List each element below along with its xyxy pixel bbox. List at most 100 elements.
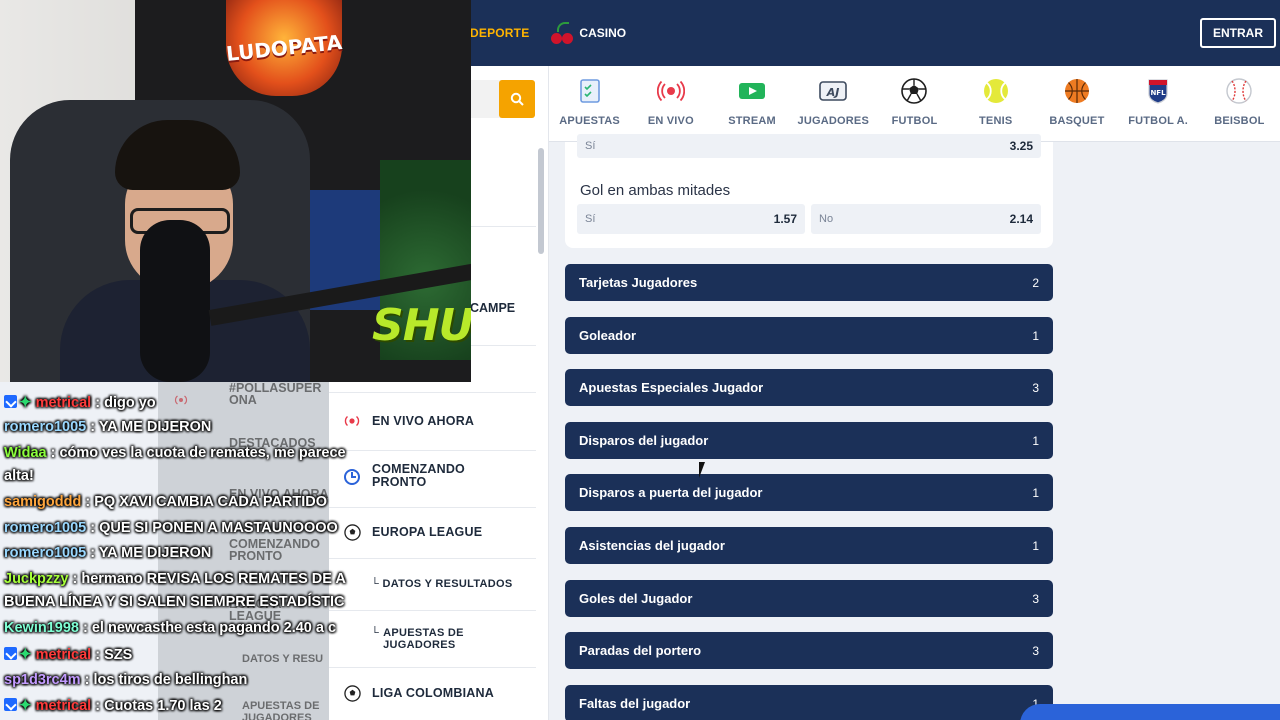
market-count: 1 <box>1032 328 1039 343</box>
floating-action-bar[interactable] <box>1020 704 1280 720</box>
market-panel: Sí 3.25 Gol en ambas mitades Sí 1.57 No … <box>565 134 1053 248</box>
stream-icon <box>737 77 767 105</box>
chat-username: Widaa <box>4 445 47 461</box>
channel-logo: LUDOPATA <box>224 0 344 96</box>
live-icon <box>656 77 686 105</box>
ticket-icon <box>575 77 605 105</box>
chat-message: romero1005 : YA ME DIJERON <box>4 415 333 440</box>
sidebar-item-en-vivo[interactable]: EN VIVO AHORA <box>343 412 474 430</box>
svg-text:NFL: NFL <box>1151 89 1167 97</box>
basketball-icon <box>1062 77 1092 105</box>
odd-label: No <box>819 213 834 225</box>
cherry-icon <box>551 22 574 44</box>
sport-stream[interactable]: STREAM <box>711 66 792 141</box>
chat-username: metrical <box>35 647 92 663</box>
banner-text: SHU <box>372 300 471 351</box>
sport-en-vivo[interactable]: EN VIVO <box>630 66 711 141</box>
market-accordion[interactable]: Faltas del jugador1 <box>565 685 1053 720</box>
chat-text: : Cuotas 1.70 las 2 <box>95 698 222 714</box>
odd-label: Sí <box>585 140 596 152</box>
market-label: Paradas del portero <box>579 643 702 658</box>
sport-basquet[interactable]: BASQUET <box>1036 66 1117 141</box>
market-accordion[interactable]: Paradas del portero 3 <box>565 632 1053 669</box>
sport-label: BEISBOL <box>1214 115 1265 127</box>
login-button[interactable]: ENTRAR <box>1200 18 1276 48</box>
soccer-ball-icon <box>343 684 361 702</box>
chat-text: : YA ME DIJERON <box>90 545 212 561</box>
sidebar-divider <box>329 558 536 559</box>
market-accordion[interactable]: Tarjetas Jugadores 2 <box>565 264 1053 301</box>
sport-label: JUGADORES <box>797 115 869 127</box>
nav-casino[interactable]: CASINO <box>551 22 626 44</box>
sidebar-divider <box>329 610 536 611</box>
market-accordion[interactable]: Goleador 1 <box>565 317 1053 354</box>
odd-button[interactable]: No 2.14 <box>811 204 1041 234</box>
nfl-icon: NFL <box>1143 77 1173 105</box>
sidebar-item-comenzando[interactable]: COMENZANDO PRONTO <box>343 463 482 489</box>
chat-username: Kewin1998 <box>4 620 79 636</box>
odd-button[interactable]: Sí 1.57 <box>577 204 805 234</box>
sidebar-subitem-apuestas[interactable]: └ APUESTAS DE JUGADORES <box>371 627 491 651</box>
sidebar-divider <box>470 226 536 227</box>
sport-label: EN VIVO <box>647 115 694 127</box>
chat-message: sp1d3rc4m : los tiros de bellinghan <box>4 668 333 693</box>
chat-message: Juckpzzy : hermano REVISA LOS REMATES DE… <box>4 567 346 592</box>
chat-message: romero1005 : YA ME DIJERON <box>4 541 333 566</box>
market-label: Tarjetas Jugadores <box>579 275 698 290</box>
market-count: 2 <box>1032 275 1039 290</box>
sport-futbol-a[interactable]: NFL FUTBOL A. <box>1118 66 1199 141</box>
market-label: Disparos a puerta del jugador <box>579 485 763 500</box>
search-button[interactable] <box>499 80 535 118</box>
odd-button[interactable]: Sí 3.25 <box>577 134 1041 158</box>
sport-label: TENIS <box>979 115 1013 127</box>
sidebar-item-label: EN VIVO AHORA <box>372 414 475 428</box>
svg-text:AJ: AJ <box>826 86 840 99</box>
sidebar-subitem-datos[interactable]: └ DATOS Y RESULTADOS <box>371 578 513 590</box>
webcam-overlay: LUDOPATA SHU <box>0 0 471 382</box>
microphone <box>140 220 210 382</box>
market-label: Apuestas Especiales Jugador <box>579 380 764 395</box>
sidebar-divider <box>329 450 536 451</box>
sidebar-item-liga-colombiana[interactable]: LIGA COLOMBIANA <box>343 684 494 702</box>
odd-label: Sí <box>585 213 596 225</box>
market-accordion[interactable]: Disparos del jugador 1 <box>565 422 1053 459</box>
clock-icon <box>343 468 361 486</box>
market-accordion[interactable]: Apuestas Especiales Jugador 3 <box>565 369 1053 406</box>
chat-text: : los tiros de bellinghan <box>84 672 248 688</box>
sport-apuestas[interactable]: APUESTAS <box>549 66 630 141</box>
market-count: 1 <box>1032 485 1039 500</box>
sport-beisbol[interactable]: BEISBOL <box>1199 66 1280 141</box>
sidebar-scrollbar[interactable] <box>538 148 544 254</box>
chat-text: : digo yo <box>95 395 156 411</box>
odd-value: 1.57 <box>773 212 797 226</box>
market-count: 3 <box>1032 643 1039 658</box>
sport-futbol[interactable]: FUTBOL <box>874 66 955 141</box>
market-accordion[interactable]: Disparos a puerta del jugador 1 <box>565 474 1053 511</box>
chat-text: alta! <box>4 468 34 484</box>
chat-username: romero1005 <box>4 545 87 561</box>
odd-value: 3.25 <box>1009 139 1033 153</box>
sport-jugadores[interactable]: AJ JUGADORES <box>793 66 874 141</box>
sidebar-subitem-label: APUESTAS DE JUGADORES <box>383 627 464 651</box>
verified-badge-icon <box>4 395 17 408</box>
sport-label: STREAM <box>728 115 776 127</box>
market-accordion[interactable]: Asistencias del jugador 1 <box>565 527 1053 564</box>
chat-text: : YA ME DIJERON <box>90 419 212 435</box>
sidebar-partial-item[interactable]: CAMPE <box>470 301 515 315</box>
sidebar-item-europa-league[interactable]: EUROPA LEAGUE <box>343 523 482 541</box>
sidebar-item-label: COMENZANDO PRONTO <box>372 462 465 489</box>
market-label: Asistencias del jugador <box>579 538 725 553</box>
sports-bar: APUESTAS EN VIVO STREAM AJ JUGADORES FUT… <box>549 66 1280 142</box>
chat-text: : el newcasthe esta pagando 2.40 a c <box>83 620 337 636</box>
market-accordion[interactable]: Goles del Jugador 3 <box>565 580 1053 617</box>
chat-message: alta! <box>4 464 333 489</box>
logo-text: LUDOPATA <box>224 29 344 67</box>
chat-username: romero1005 <box>4 419 87 435</box>
live-icon <box>343 412 361 430</box>
sport-tenis[interactable]: TENIS <box>955 66 1036 141</box>
sport-label: FUTBOL <box>891 115 938 127</box>
sparkle-badge-icon: ✦ <box>19 394 32 411</box>
chat-text: : cómo ves la cuota de remates, me parec… <box>50 445 346 461</box>
nav-deporte[interactable]: DEPORTE <box>470 26 529 40</box>
sidebar-divider <box>329 507 536 508</box>
